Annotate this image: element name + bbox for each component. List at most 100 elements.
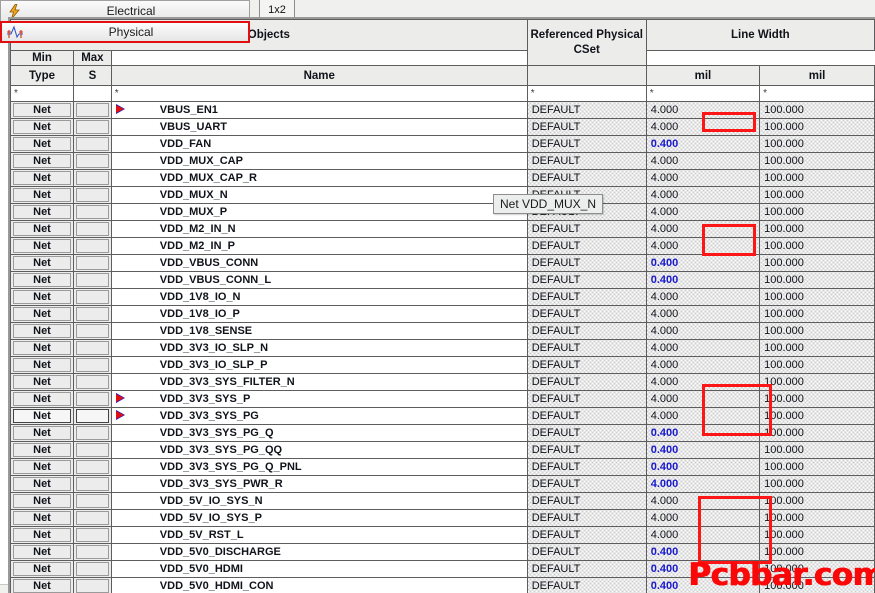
cell-name[interactable]: VDD_3V3_SYS_FILTER_N [110, 373, 528, 391]
cell-line-width-max[interactable]: 100.000 [759, 288, 875, 306]
cell-type[interactable]: Net [10, 101, 74, 119]
cell-referenced-cset[interactable]: DEFAULT [526, 101, 647, 119]
cell-line-width-max[interactable]: 100.000 [759, 407, 875, 425]
cell-line-width-min[interactable]: 4.000 [645, 169, 761, 187]
table-row[interactable]: Net VDD_5V_IO_SYS_P DEFAULT 4.000 100.000 [10, 509, 875, 527]
cell-referenced-cset[interactable]: DEFAULT [526, 220, 647, 238]
table-row[interactable]: Net VDD_M2_IN_P DEFAULT 4.000 100.000 [10, 237, 875, 255]
cell-s[interactable] [73, 135, 112, 153]
cell-referenced-cset[interactable]: DEFAULT [526, 373, 647, 391]
cell-name[interactable]: VDD_5V_IO_SYS_N [110, 492, 528, 510]
cell-s[interactable] [73, 424, 112, 442]
cell-s[interactable] [73, 441, 112, 459]
cell-line-width-min[interactable]: 0.400 [645, 424, 761, 442]
cell-s[interactable] [73, 407, 112, 425]
cell-type[interactable]: Net [10, 254, 74, 272]
cell-s[interactable] [73, 237, 112, 255]
mode-button-physical[interactable]: Physical [0, 21, 250, 43]
header-type[interactable]: Type [10, 65, 74, 86]
cell-line-width-max[interactable]: 100.000 [759, 458, 875, 476]
cell-line-width-max[interactable]: 100.000 [759, 152, 875, 170]
cell-name[interactable]: VDD_3V3_SYS_PWR_R [110, 475, 528, 493]
cell-line-width-min[interactable]: 4.000 [645, 407, 761, 425]
table-row[interactable]: Net VDD_3V3_SYS_PG_Q DEFAULT 0.400 100.000 [10, 424, 875, 442]
cell-line-width-max[interactable]: 100.000 [759, 390, 875, 408]
table-row[interactable]: Net VDD_5V_RST_L DEFAULT 4.000 100.000 [10, 526, 875, 544]
filter-name[interactable]: * [110, 85, 528, 102]
cell-type[interactable]: Net [10, 288, 74, 306]
table-row[interactable]: Net VBUS_EN1 DEFAULT 4.000 100.000 [10, 101, 875, 119]
cell-name[interactable]: VDD_3V3_SYS_PG_QQ [110, 441, 528, 459]
cell-name[interactable]: VDD_3V3_SYS_PG_Q_PNL [110, 458, 528, 476]
cell-s[interactable] [73, 458, 112, 476]
table-row[interactable]: Net VDD_MUX_CAP DEFAULT 4.000 100.000 [10, 152, 875, 170]
header-min[interactable]: Min [10, 50, 74, 66]
cell-line-width-min[interactable]: 4.000 [645, 203, 761, 221]
cell-referenced-cset[interactable]: DEFAULT [526, 254, 647, 272]
filter-max[interactable]: * [759, 85, 875, 102]
cell-type[interactable]: Net [10, 118, 74, 136]
cell-line-width-max[interactable]: 100.000 [759, 220, 875, 238]
cell-line-width-min[interactable]: 4.000 [645, 339, 761, 357]
filter-type[interactable]: * [10, 85, 74, 102]
cell-name[interactable]: VDD_M2_IN_N [110, 220, 528, 238]
cell-line-width-min[interactable]: 4.000 [645, 288, 761, 306]
cell-s[interactable] [73, 560, 112, 578]
cell-name[interactable]: VDD_1V8_IO_N [110, 288, 528, 306]
cell-referenced-cset[interactable]: DEFAULT [526, 424, 647, 442]
filter-s[interactable] [73, 85, 112, 102]
table-row[interactable]: Net VDD_3V3_SYS_FILTER_N DEFAULT 4.000 100.0… [10, 373, 875, 391]
cell-line-width-min[interactable]: 0.400 [645, 271, 761, 289]
cell-referenced-cset[interactable]: DEFAULT [526, 407, 647, 425]
cell-line-width-max[interactable]: 100.000 [759, 271, 875, 289]
cell-type[interactable]: Net [10, 135, 74, 153]
cell-name[interactable]: VDD_5V_RST_L [110, 526, 528, 544]
cell-s[interactable] [73, 305, 112, 323]
table-row[interactable]: Net VDD_M2_IN_N DEFAULT 4.000 100.000 [10, 220, 875, 238]
cell-s[interactable] [73, 339, 112, 357]
cell-referenced-cset[interactable]: DEFAULT [526, 169, 647, 187]
cell-referenced-cset[interactable]: DEFAULT [526, 475, 647, 493]
cell-name[interactable]: VDD_5V0_HDMI_CON [110, 577, 528, 593]
cell-s[interactable] [73, 577, 112, 593]
table-row[interactable]: Net VBUS_UART DEFAULT 4.000 100.000 [10, 118, 875, 136]
table-row[interactable]: Net VDD_5V_IO_SYS_N DEFAULT 4.000 100.000 [10, 492, 875, 510]
cell-s[interactable] [73, 526, 112, 544]
cell-referenced-cset[interactable]: DEFAULT [526, 322, 647, 340]
cell-s[interactable] [73, 118, 112, 136]
cell-type[interactable]: Net [10, 560, 74, 578]
cell-line-width-max[interactable]: 100.000 [759, 169, 875, 187]
cell-s[interactable] [73, 186, 112, 204]
cell-type[interactable]: Net [10, 271, 74, 289]
table-row[interactable]: Net VDD_VBUS_CONN DEFAULT 0.400 100.000 [10, 254, 875, 272]
cell-type[interactable]: Net [10, 152, 74, 170]
cell-referenced-cset[interactable]: DEFAULT [526, 543, 647, 561]
cell-line-width-max[interactable]: 100.000 [759, 526, 875, 544]
cell-s[interactable] [73, 492, 112, 510]
cell-line-width-max[interactable]: 100.000 [759, 135, 875, 153]
cell-line-width-max[interactable]: 100.000 [759, 237, 875, 255]
cell-name[interactable]: VDD_1V8_IO_P [110, 305, 528, 323]
cell-line-width-max[interactable]: 100.000 [759, 373, 875, 391]
table-row[interactable]: Net VDD_3V3_SYS_P DEFAULT 4.000 100.000 [10, 390, 875, 408]
cell-line-width-max[interactable]: 100.000 [759, 441, 875, 459]
cell-referenced-cset[interactable]: DEFAULT [526, 288, 647, 306]
cell-referenced-cset[interactable]: DEFAULT [526, 577, 647, 593]
cell-name[interactable]: VDD_3V3_IO_SLP_P [110, 356, 528, 374]
table-row[interactable]: Net VDD_1V8_IO_P DEFAULT 4.000 100.000 [10, 305, 875, 323]
cell-line-width-min[interactable]: 4.000 [645, 492, 761, 510]
cell-type[interactable]: Net [10, 458, 74, 476]
table-row[interactable]: Net VDD_3V3_IO_SLP_P DEFAULT 4.000 100.000 [10, 356, 875, 374]
cell-name[interactable]: VDD_MUX_CAP [110, 152, 528, 170]
cell-name[interactable]: VDD_VBUS_CONN_L [110, 271, 528, 289]
cell-s[interactable] [73, 288, 112, 306]
cell-line-width-min[interactable]: 4.000 [645, 186, 761, 204]
table-row[interactable]: Net VDD_VBUS_CONN_L DEFAULT 0.400 100.000 [10, 271, 875, 289]
cell-s[interactable] [73, 101, 112, 119]
cell-referenced-cset[interactable]: DEFAULT [526, 152, 647, 170]
cell-referenced-cset[interactable]: DEFAULT [526, 237, 647, 255]
cell-s[interactable] [73, 475, 112, 493]
cell-s[interactable] [73, 373, 112, 391]
cell-line-width-max[interactable]: 100.000 [759, 254, 875, 272]
cell-s[interactable] [73, 356, 112, 374]
